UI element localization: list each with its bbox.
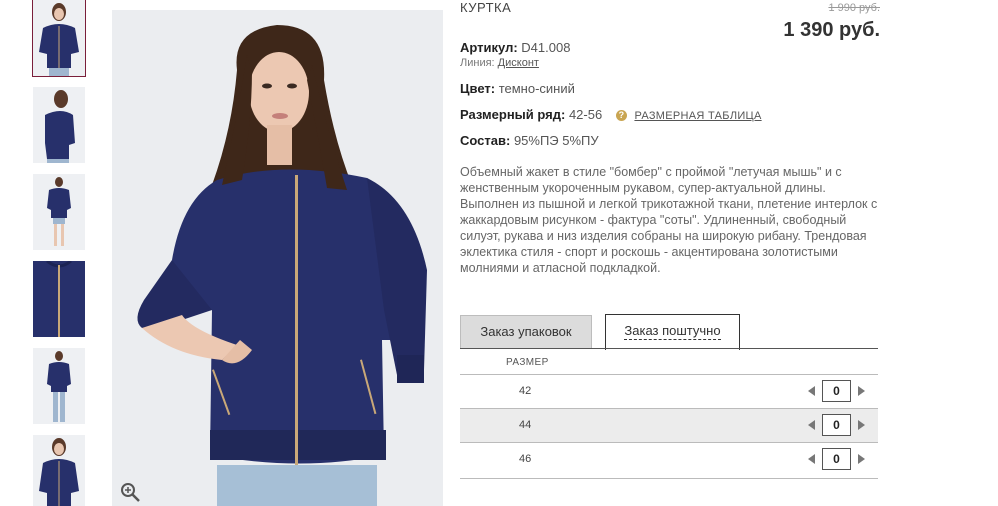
size-row: 46 (460, 442, 878, 476)
triangle-left-icon[interactable] (808, 420, 815, 430)
product-thumbnail-image (33, 435, 85, 506)
size-row: 44 (460, 408, 878, 442)
old-price: 1 990 руб. (828, 2, 880, 14)
tab-order-units-label: Заказ поштучно (624, 323, 721, 340)
thumbnail-3[interactable] (33, 174, 85, 250)
size-column-header: РАЗМЕР (506, 357, 549, 368)
tabs-divider (460, 348, 878, 349)
zoom-icon[interactable] (118, 480, 142, 504)
composition-row: Состав: 95%ПЭ 5%ПУ (460, 133, 599, 148)
tab-order-packs[interactable]: Заказ упаковок (460, 315, 592, 349)
product-thumbnail-image (33, 174, 85, 250)
product-thumbnail-image (33, 0, 85, 76)
current-price: 1 390 руб. (783, 19, 880, 41)
article-label: Артикул: (460, 40, 518, 55)
thumbnail-6[interactable] (33, 435, 85, 506)
article-value: D41.008 (521, 40, 571, 55)
quantity-input[interactable] (822, 448, 851, 470)
triangle-right-icon[interactable] (858, 454, 865, 464)
tab-order-units[interactable]: Заказ поштучно (605, 314, 740, 350)
color-label: Цвет: (460, 81, 496, 96)
line-row: Линия: Дисконт (460, 57, 539, 69)
size-table-link[interactable]: РАЗМЕРНАЯ ТАБЛИЦА (634, 110, 761, 122)
size-range-value: 42-56 (568, 107, 603, 122)
quantity-input[interactable] (822, 414, 851, 436)
triangle-right-icon[interactable] (858, 386, 865, 396)
size-range-row: Размерный ряд: 42-56 ? РАЗМЕРНАЯ ТАБЛИЦА (460, 107, 762, 122)
article-row: Артикул: D41.008 (460, 40, 570, 55)
size-value: 42 (519, 385, 532, 397)
size-value: 44 (519, 419, 532, 431)
thumbnail-2[interactable] (33, 87, 85, 163)
thumbnail-4[interactable] (33, 261, 85, 337)
size-range-label: Размерный ряд: (460, 107, 566, 122)
product-thumbnail-image (33, 348, 85, 424)
size-row: 42 (460, 374, 878, 408)
color-value: темно-синий (498, 81, 575, 96)
quantity-input[interactable] (822, 380, 851, 402)
product-thumbnail-image (33, 87, 85, 163)
model-photo (112, 10, 443, 506)
product-title: КУРТКА (460, 0, 512, 15)
color-row: Цвет: темно-синий (460, 81, 575, 96)
thumbnail-1[interactable] (32, 0, 86, 77)
thumbnail-5[interactable] (33, 348, 85, 424)
composition-value: 95%ПЭ 5%ПУ (513, 133, 599, 148)
composition-label: Состав: (460, 133, 511, 148)
line-link[interactable]: Дисконт (498, 57, 539, 69)
triangle-left-icon[interactable] (808, 386, 815, 396)
size-value: 46 (519, 453, 532, 465)
question-icon[interactable]: ? (615, 110, 627, 121)
triangle-left-icon[interactable] (808, 454, 815, 464)
product-thumbnail-image (33, 261, 85, 337)
line-label: Линия: (460, 57, 495, 69)
table-bottom-line (460, 478, 878, 479)
product-description: Объемный жакет в стиле "бомбер" с проймо… (460, 165, 878, 275)
main-product-image[interactable] (112, 10, 443, 506)
triangle-right-icon[interactable] (858, 420, 865, 430)
